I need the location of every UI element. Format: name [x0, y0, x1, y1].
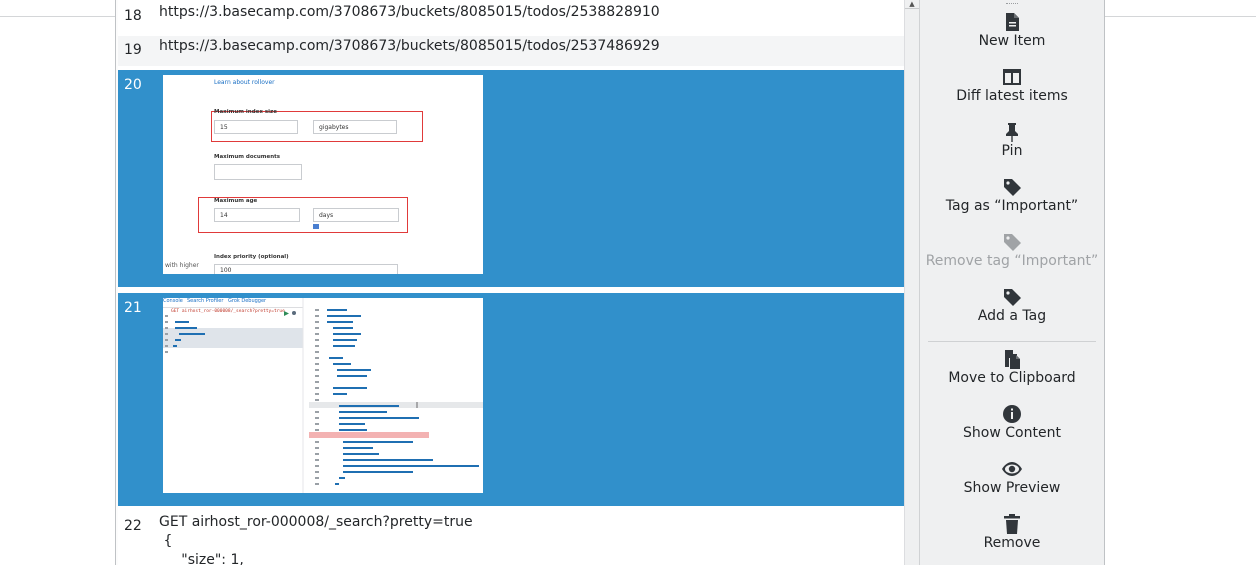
list-item[interactable]: 18 https://3.basecamp.com/3708673/bucket… [118, 0, 904, 34]
vertical-scrollbar[interactable]: ▲ [904, 0, 919, 565]
pin-icon [1006, 123, 1018, 142]
separator [928, 341, 1096, 342]
new-item-icon [1006, 13, 1019, 31]
field-label: Maximum index size [214, 109, 277, 115]
max-index-size-input: 15 [214, 120, 298, 134]
clipboard-icon [1005, 350, 1020, 369]
action-label: Pin [1001, 143, 1023, 159]
action-label: New Item [978, 33, 1046, 49]
item-text: https://3.basecamp.com/3708673/buckets/8… [159, 38, 660, 54]
item-number: 18 [124, 8, 142, 24]
scroll-up-arrow-icon[interactable]: ▲ [905, 0, 919, 9]
console-code-lines [165, 298, 483, 493]
list-item-image-selected[interactable]: 21 Console Search Profiler Grok Debugger… [118, 293, 904, 506]
unit-select: days [313, 208, 399, 222]
field-label: Maximum age [214, 198, 258, 204]
eye-icon [1002, 462, 1022, 476]
remove-tag-important-button[interactable]: Remove tag “Important” [920, 231, 1104, 269]
show-preview-button[interactable]: Show Preview [920, 458, 1104, 496]
max-age-input: 14 [214, 208, 300, 222]
screenshot-thumbnail: Learn about rollover Maximum index size … [163, 75, 483, 274]
info-icon [1003, 405, 1021, 423]
item-number: 20 [124, 77, 142, 93]
action-label: Show Preview [963, 480, 1061, 496]
priority-input: 100 [214, 264, 398, 274]
new-item-button[interactable]: New Item [920, 11, 1104, 49]
tag-as-important-button[interactable]: Tag as “Important” [920, 176, 1104, 214]
action-label: Diff latest items [956, 88, 1068, 104]
item-number: 22 [124, 518, 142, 534]
trash-icon [1004, 514, 1020, 534]
pin-button[interactable]: Pin [920, 121, 1104, 159]
learn-link: Learn about rollover [214, 79, 275, 86]
diff-latest-items-button[interactable]: Diff latest items [920, 66, 1104, 104]
item-text: GET airhost_ror-000008/_search?pretty=tr… [159, 514, 473, 530]
list-item-image-selected[interactable]: 20 Learn about rollover Maximum index si… [118, 70, 904, 287]
remove-button[interactable]: Remove [920, 513, 1104, 551]
show-content-button[interactable]: Show Content [920, 403, 1104, 441]
action-label: Tag as “Important” [945, 198, 1079, 214]
action-label: Remove tag “Important” [925, 253, 1099, 269]
side-note: with higher [165, 262, 199, 269]
tag-icon [1004, 179, 1021, 196]
item-text: https://3.basecamp.com/3708673/buckets/8… [159, 4, 660, 20]
overflow-dots-icon [1006, 0, 1018, 4]
unit-select: gigabytes [313, 120, 397, 134]
field-label: Maximum documents [214, 154, 281, 160]
item-text-line: "size": 1, [159, 552, 244, 565]
action-label: Add a Tag [977, 308, 1047, 324]
list-item[interactable]: 19 https://3.basecamp.com/3708673/bucket… [118, 36, 904, 66]
item-list[interactable]: 18 https://3.basecamp.com/3708673/bucket… [118, 0, 904, 565]
action-label: Move to Clipboard [948, 370, 1076, 386]
field-label: Index priority (optional) [214, 254, 289, 260]
list-item[interactable]: 22 GET airhost_ror-000008/_search?pretty… [118, 506, 904, 565]
add-a-tag-button[interactable]: Add a Tag [920, 286, 1104, 324]
actions-sidebar: New Item Diff latest items Pin Tag as “I… [919, 0, 1104, 565]
max-docs-input [214, 164, 302, 180]
diff-icon [1003, 69, 1021, 85]
cursor-icon [313, 224, 319, 229]
tag-icon [1004, 289, 1021, 306]
item-number: 21 [124, 300, 142, 316]
action-label: Show Content [963, 425, 1061, 441]
move-to-clipboard-button[interactable]: Move to Clipboard [920, 348, 1104, 386]
clipboard-history-window: 18 https://3.basecamp.com/3708673/bucket… [115, 0, 1105, 565]
item-text-line: { [159, 533, 173, 549]
tag-icon [1004, 234, 1021, 251]
item-number: 19 [124, 42, 142, 58]
screenshot-thumbnail: Console Search Profiler Grok Debugger GE… [163, 298, 483, 493]
action-label: Remove [983, 535, 1041, 551]
